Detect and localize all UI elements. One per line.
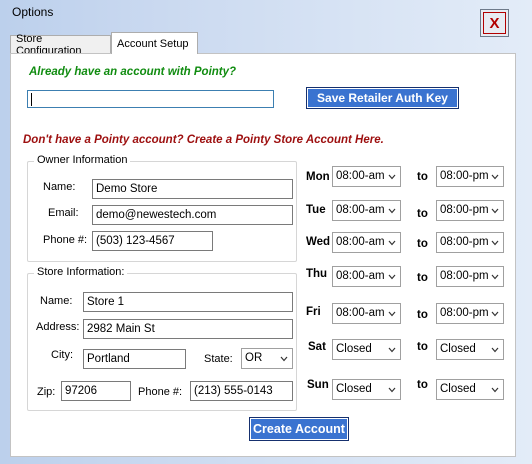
thu-close-value: 08:00-pm [440,270,489,282]
store-city-label: City: [51,349,73,361]
mon-open-value: 08:00-am [336,170,385,182]
to-label: to [417,171,428,183]
store-name-label: Name: [40,295,73,307]
store-state-value: OR [245,352,263,364]
fri-open-value: 08:00-am [336,307,385,319]
wed-close-value: 08:00-pm [440,236,489,248]
chevron-down-icon [491,274,499,280]
chevron-down-icon [388,274,396,280]
chevron-down-icon [388,387,396,393]
to-label: to [417,341,428,353]
day-label-thu: Thu [306,268,328,280]
owner-name-field[interactable]: Demo Store [92,179,293,199]
store-address-label: Address: [36,321,80,333]
chevron-down-icon [388,240,396,246]
store-zip-field[interactable]: 97206 [61,381,131,401]
day-label-sun: Sun [307,379,329,391]
wed-close-select[interactable]: 08:00-pm [436,232,504,253]
thu-close-select[interactable]: 08:00-pm [436,266,504,287]
day-label-fri: Fri [306,306,321,318]
tab-store-configuration[interactable]: Store Configuration [10,33,111,57]
mon-close-value: 08:00-pm [440,170,489,182]
chevron-down-icon [491,347,499,353]
wed-open-select[interactable]: 08:00-am [332,232,401,253]
text-caret [31,93,32,106]
sun-open-value: Closed [336,383,372,395]
to-label: to [417,208,428,220]
store-address-field[interactable]: 2982 Main St [83,319,293,339]
options-window: Options X Store Configuration Account Se… [0,0,532,464]
save-retailer-auth-key-button[interactable]: Save Retailer Auth Key [306,87,459,109]
owner-email-field[interactable]: demo@newestech.com [92,205,293,225]
chevron-down-icon [388,174,396,180]
owner-phone-field[interactable]: (503) 123-4567 [92,231,213,251]
sun-open-select[interactable]: Closed [332,379,401,400]
chevron-down-icon [491,240,499,246]
mon-close-select[interactable]: 08:00-pm [436,166,504,187]
store-information-legend: Store Information: [34,266,128,278]
sat-open-value: Closed [336,343,372,355]
store-phone-label: Phone #: [138,386,183,398]
store-zip-label: Zip: [37,386,56,398]
chevron-down-icon [491,208,499,214]
chevron-down-icon [388,311,396,317]
to-label: to [417,379,428,391]
mon-open-select[interactable]: 08:00-am [332,166,401,187]
day-label-mon: Mon [306,171,330,183]
create-account-button[interactable]: Create Account [249,417,349,441]
owner-email-label: Email: [48,207,79,219]
store-name-field[interactable]: Store 1 [83,292,293,312]
chevron-down-icon [491,311,499,317]
sat-close-value: Closed [440,343,476,355]
to-label: to [417,309,428,321]
chevron-down-icon [388,347,396,353]
existing-account-heading: Already have an account with Pointy? [29,66,237,78]
thu-open-select[interactable]: 08:00-am [332,266,401,287]
store-city-field[interactable]: Portland [83,349,186,369]
tue-close-value: 08:00-pm [440,204,489,216]
owner-phone-label: Phone #: [43,234,88,246]
thu-open-value: 08:00-am [336,270,385,282]
tab-account-setup[interactable]: Account Setup [111,32,198,54]
sun-close-select[interactable]: Closed [436,379,504,400]
chevron-down-icon [491,387,499,393]
to-label: to [417,272,428,284]
owner-name-label: Name: [43,181,76,193]
fri-close-value: 08:00-pm [440,307,489,319]
owner-information-legend: Owner Information [34,154,131,166]
to-label: to [417,238,428,250]
close-button[interactable]: X [480,9,509,37]
window-title: Options [12,5,54,19]
auth-key-input[interactable] [27,90,274,108]
chevron-down-icon [388,208,396,214]
store-phone-field[interactable]: (213) 555-0143 [190,381,293,401]
fri-open-select[interactable]: 08:00-am [332,303,401,324]
chevron-down-icon [280,356,288,362]
tue-open-select[interactable]: 08:00-am [332,200,401,221]
fri-close-select[interactable]: 08:00-pm [436,303,504,324]
sat-open-select[interactable]: Closed [332,339,401,360]
day-label-tue: Tue [306,204,326,216]
day-label-wed: Wed [306,236,331,248]
tue-close-select[interactable]: 08:00-pm [436,200,504,221]
wed-open-value: 08:00-am [336,236,385,248]
new-account-heading: Don't have a Pointy account? Create a Po… [23,134,384,146]
store-state-select[interactable]: OR [241,348,293,369]
store-state-label: State: [204,353,233,365]
day-label-sat: Sat [308,341,326,353]
sat-close-select[interactable]: Closed [436,339,504,360]
chevron-down-icon [491,174,499,180]
tue-open-value: 08:00-am [336,204,385,216]
sun-close-value: Closed [440,383,476,395]
